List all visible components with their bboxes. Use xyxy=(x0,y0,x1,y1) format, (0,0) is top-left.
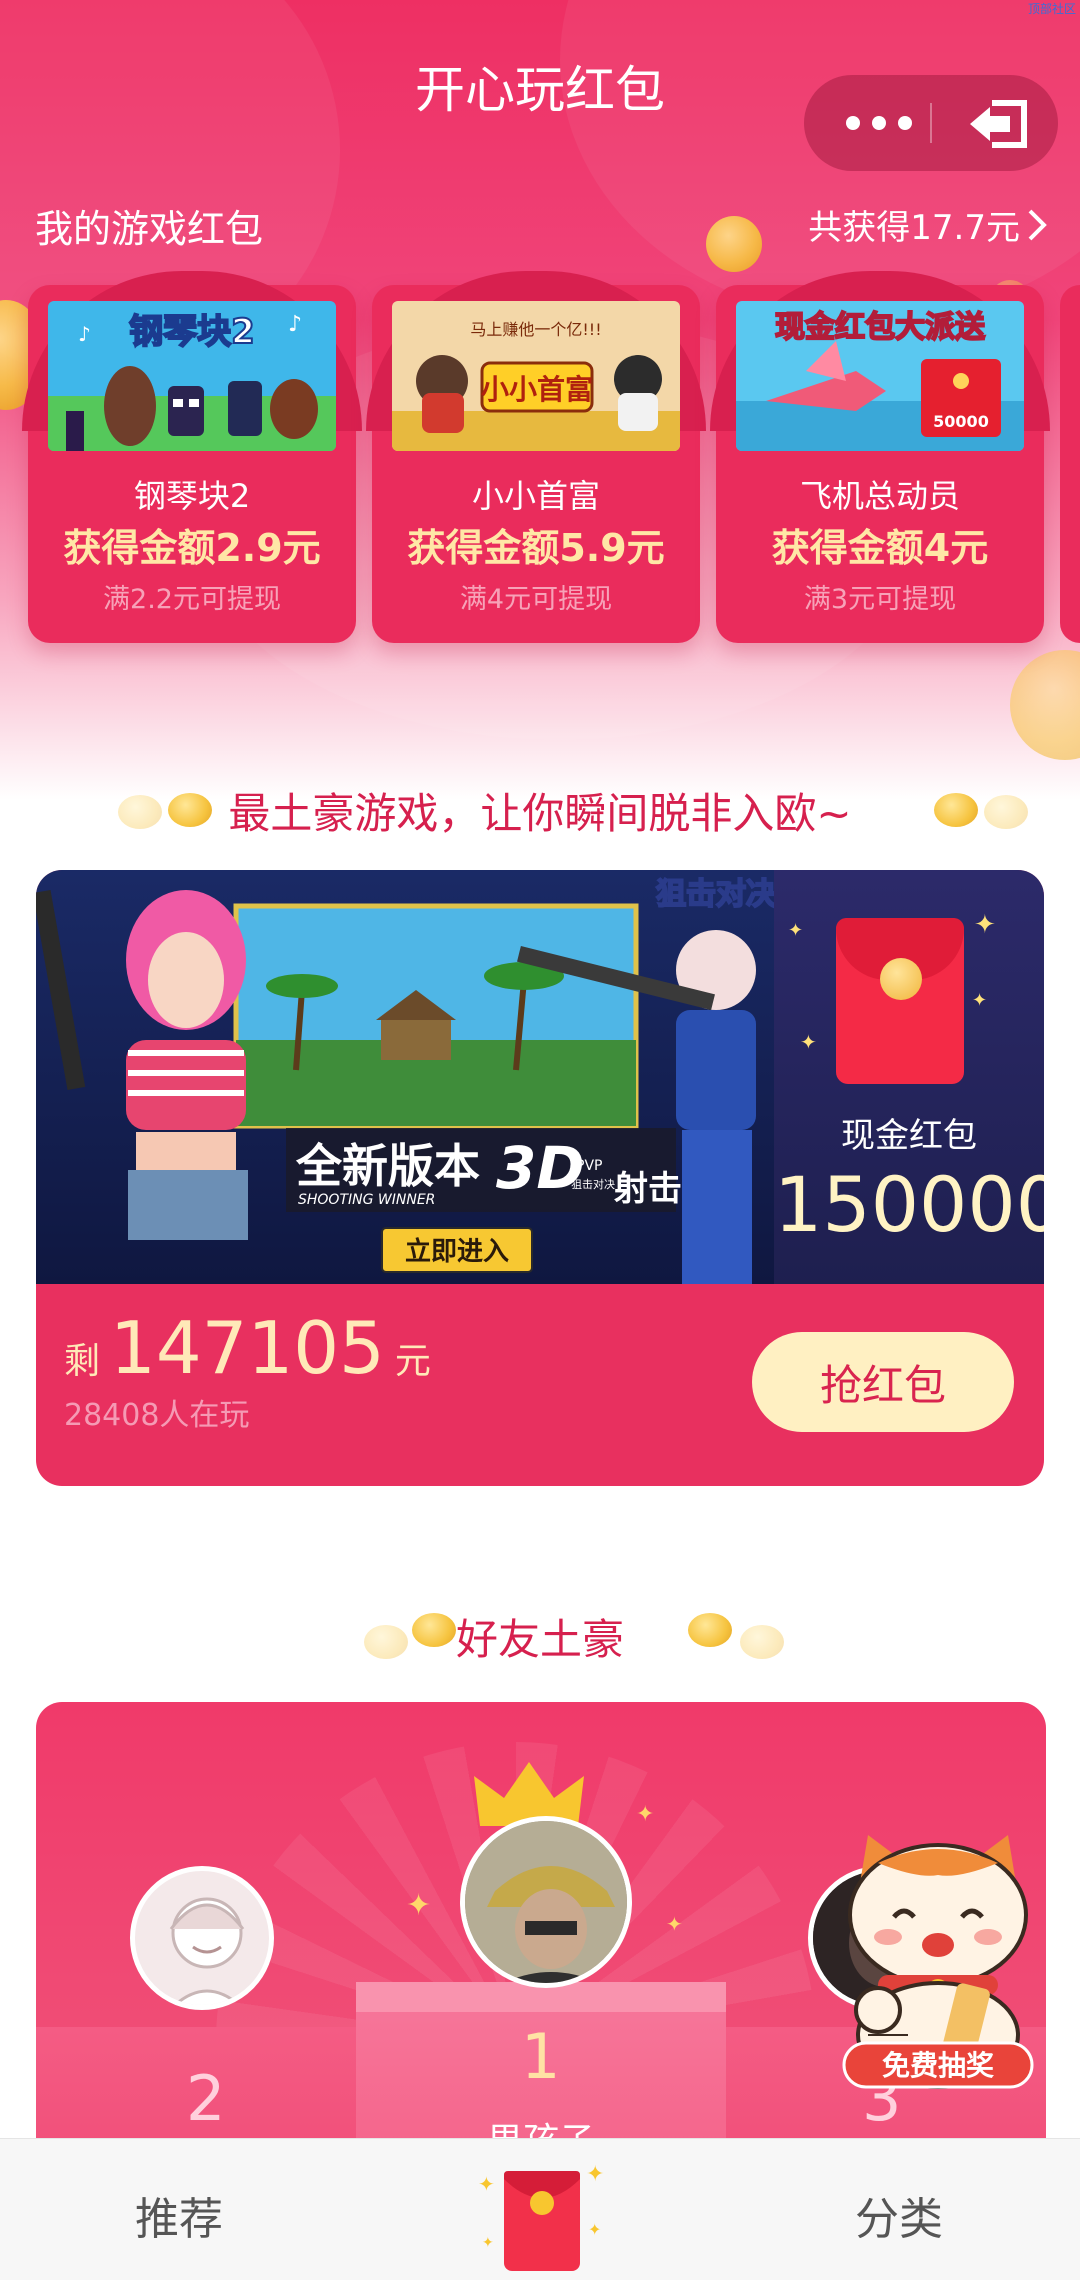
svg-text:♪: ♪ xyxy=(78,322,91,346)
coin-decoration xyxy=(984,795,1028,829)
free-lottery-label: 免费抽奖 xyxy=(882,2049,994,2082)
tab-recommend[interactable]: 推荐 xyxy=(135,2183,223,2247)
cash-value: 150000 xyxy=(774,1160,1044,1249)
game-name: 小小首富 xyxy=(471,477,600,515)
friend-avatar-second[interactable] xyxy=(130,1866,274,2010)
game-card[interactable]: 小小首富 马上赚他一个亿!!! 小小首富 获得金额5.9元 满4元可提现 xyxy=(366,271,706,643)
game-amount: 获得金额2.9元 xyxy=(63,526,321,570)
chevron-right-icon xyxy=(1028,209,1047,240)
banner-headline: 全新版本 xyxy=(295,1139,480,1193)
game-card[interactable]: 50000 现金红包大派送 飞机总动员 获得金额4元 满3元可提现 xyxy=(710,271,1050,643)
more-button[interactable] xyxy=(834,75,924,171)
rank-number-second: 2 xyxy=(186,2062,226,2135)
sparkle-icon: ✦ xyxy=(666,1912,683,1936)
thumbnail-subtitle: 马上赚他一个亿!!! xyxy=(470,320,601,339)
sparkle-icon: ✦ xyxy=(406,1888,432,1923)
game-banner-art: 狙击对决 全新版本 3D PVP 狙击对决 射击 SHOOTING WINNER… xyxy=(36,870,774,1284)
featured-game-card[interactable]: 狙击对决 全新版本 3D PVP 狙击对决 射击 SHOOTING WINNER… xyxy=(36,870,1044,1486)
withdraw-condition: 满4元可提现 xyxy=(459,584,613,615)
sparkle-icon: ✦ xyxy=(974,910,996,940)
svg-text:✦: ✦ xyxy=(482,2235,494,2251)
withdraw-condition: 满2.2元可提现 xyxy=(103,584,281,615)
game-amount: 获得金额5.9元 xyxy=(407,526,665,570)
svg-text:✦: ✦ xyxy=(588,2220,601,2239)
game-name: 钢琴块2 xyxy=(133,477,251,515)
thumbnail-badge: 50000 xyxy=(933,412,989,431)
game-amount: 获得金额4元 xyxy=(771,526,989,570)
exit-icon xyxy=(970,100,1027,148)
remaining-unit: 元 xyxy=(394,1341,431,1382)
lucky-cat-icon: 免费抽奖 xyxy=(842,1835,1034,2089)
friend-avatar-first[interactable] xyxy=(460,1816,632,1988)
svg-text:♪: ♪ xyxy=(288,312,302,337)
rank-number-first: 1 xyxy=(521,2020,561,2093)
players-count: 28408人在玩 xyxy=(64,1398,250,1433)
mini-program-capsule xyxy=(804,75,1058,171)
bottom-tab-bar: 推荐 ✦ ✦ ✦ ✦ 分类 xyxy=(0,2138,1080,2280)
game-card[interactable]: 钢琴块2 ♪ ♪ 钢琴块2 获得金额2.9元 满2.2元可提现 xyxy=(22,271,362,643)
coin-decoration xyxy=(688,1613,732,1647)
cash-panel: ✦ ✦ ✦ ✦ 现金红包 150000 xyxy=(774,870,1044,1284)
friends-heading: 好友土豪 xyxy=(455,1615,624,1664)
svg-text:✦: ✦ xyxy=(586,2162,604,2187)
sparkle-icon: ✦ xyxy=(800,1030,817,1054)
thumbnail-title: 小小首富 xyxy=(481,373,593,406)
more-dot xyxy=(872,116,886,130)
more-dot xyxy=(898,116,912,130)
remaining-amount: 剩 147105 元 xyxy=(64,1306,431,1390)
banner-subline: SHOOTING WINNER xyxy=(298,1192,435,1208)
page: 顶部社区 开心玩红包 我的游戏红包 共获得17.7元 钢琴块2 ♪ ♪ 钢琴块2… xyxy=(0,0,1080,2280)
grab-red-packet-button[interactable]: 抢红包 xyxy=(752,1332,1014,1432)
banner-pvp-sub: 狙击对决 xyxy=(571,1177,615,1191)
sparkle-icon: ✦ xyxy=(636,1802,655,1827)
coin-decoration xyxy=(740,1625,784,1659)
withdraw-condition: 满3元可提现 xyxy=(803,584,957,615)
banner-cta: 立即进入 xyxy=(405,1236,509,1267)
free-lottery-mascot[interactable]: 免费抽奖 xyxy=(838,1835,1038,2095)
corner-tag: 顶部社区 xyxy=(1027,2,1076,16)
cash-label: 现金红包 xyxy=(841,1116,977,1156)
banner-shoot: 射击 xyxy=(614,1169,682,1209)
coin-decoration xyxy=(706,216,762,272)
sparkle-icon: ✦ xyxy=(972,990,988,1011)
total-earned-link[interactable]: 共获得17.7元 xyxy=(808,200,1048,249)
game-banner[interactable]: 狙击对决 全新版本 3D PVP 狙击对决 射击 SHOOTING WINNER… xyxy=(36,870,774,1284)
banner-3d: 3D xyxy=(496,1134,585,1202)
coin-decoration xyxy=(1010,650,1080,760)
game-card-peek[interactable] xyxy=(1060,285,1080,643)
svg-text:✦: ✦ xyxy=(478,2172,495,2196)
game-thumbnail: 钢琴块2 ♪ ♪ xyxy=(48,301,336,451)
my-games-title: 我的游戏红包 xyxy=(35,207,264,251)
total-earned-label: 共获得17.7元 xyxy=(808,208,1020,248)
exit-button[interactable] xyxy=(964,99,1030,149)
tab-red-packet[interactable]: ✦ ✦ ✦ ✦ xyxy=(468,2151,612,2275)
capsule-divider xyxy=(930,103,932,143)
remaining-value: 147105 xyxy=(110,1306,385,1390)
thumbnail-title: 钢琴块2 xyxy=(129,312,255,352)
tab-category[interactable]: 分类 xyxy=(855,2183,943,2247)
red-envelope-icon: ✦ ✦ ✦ ✦ xyxy=(478,2162,604,2271)
game-name: 飞机总动员 xyxy=(799,477,960,515)
envelope-seal xyxy=(880,958,922,1000)
red-envelope-icon xyxy=(836,918,964,1084)
banner-logo: 狙击对决 xyxy=(656,877,774,912)
thumbnail-title: 现金红包大派送 xyxy=(775,310,985,345)
my-games-list: 钢琴块2 ♪ ♪ 钢琴块2 获得金额2.9元 满2.2元可提现 小小首富 马上赚… xyxy=(22,271,1080,645)
banner-pvp: PVP xyxy=(576,1158,602,1174)
sparkle-icon: ✦ xyxy=(788,920,804,941)
featured-heading: 最土豪游戏，让你瞬间脱非入欧~ xyxy=(228,789,852,838)
more-dot xyxy=(846,116,860,130)
remaining-prefix: 剩 xyxy=(64,1341,101,1382)
game-thumbnail: 50000 现金红包大派送 xyxy=(736,301,1024,451)
coin-decoration xyxy=(934,793,978,827)
game-thumbnail: 小小首富 马上赚他一个亿!!! xyxy=(392,301,680,451)
